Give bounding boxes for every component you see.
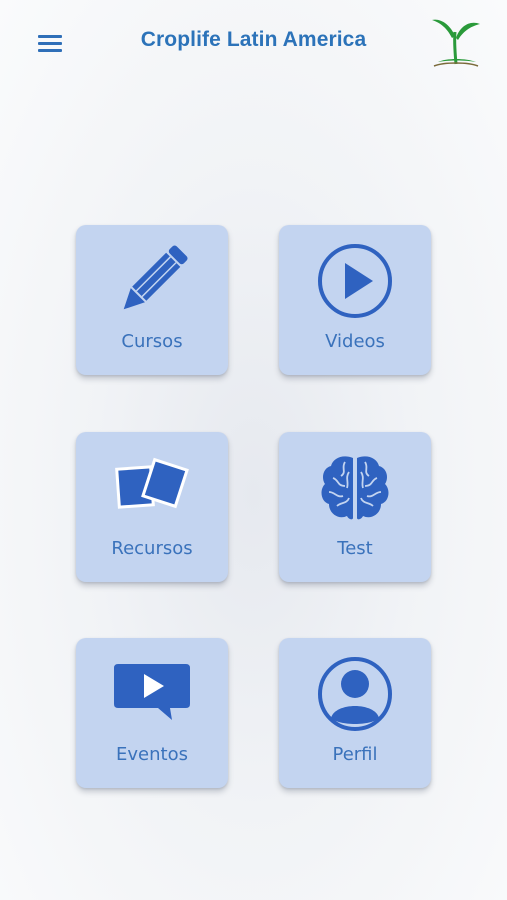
menu-button[interactable]	[36, 33, 64, 55]
play-circle-icon	[318, 244, 392, 318]
user-profile-icon	[318, 657, 392, 731]
pencil-icon	[123, 245, 188, 310]
video-chat-icon	[114, 664, 190, 720]
hamburger-menu-icon	[38, 35, 62, 38]
tile-test[interactable]: Test	[279, 432, 431, 582]
tile-eventos[interactable]: Eventos	[76, 638, 228, 788]
app-title: Croplife Latin America	[140, 28, 367, 51]
brain-icon	[321, 456, 389, 520]
app-header: Croplife Latin America	[0, 0, 507, 90]
photos-icon	[115, 457, 189, 509]
tile-recursos[interactable]: Recursos	[76, 432, 228, 582]
tile-label: Recursos	[111, 538, 193, 559]
tile-label: Cursos	[121, 331, 183, 352]
tile-label: Test	[337, 538, 373, 559]
tile-cursos[interactable]: Cursos	[76, 225, 228, 375]
tile-videos[interactable]: Videos	[279, 225, 431, 375]
sprout-logo-icon	[432, 19, 480, 67]
tile-perfil[interactable]: Perfil	[279, 638, 431, 788]
tile-label: Videos	[325, 331, 385, 352]
tile-label: Eventos	[116, 744, 188, 765]
tile-label: Perfil	[332, 744, 378, 765]
